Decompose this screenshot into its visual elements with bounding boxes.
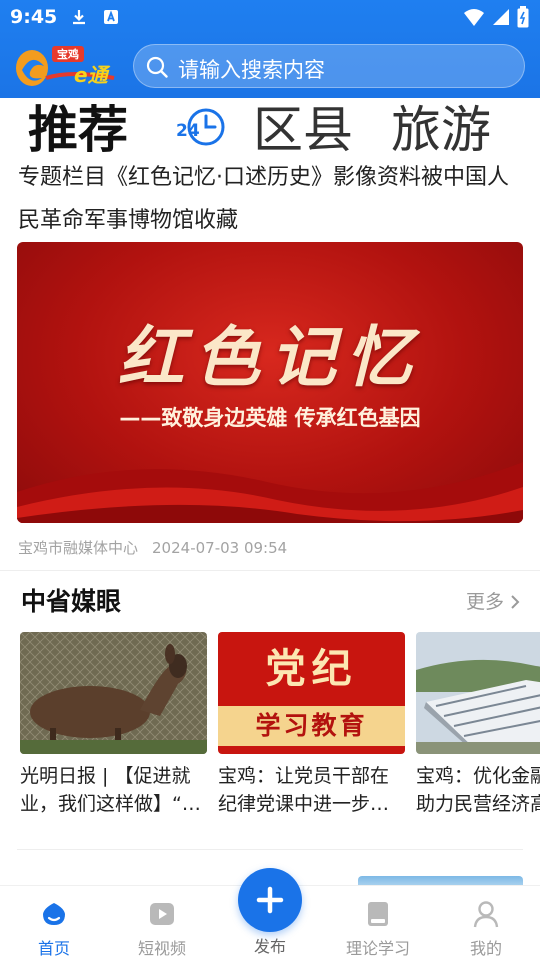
publish-button[interactable] (238, 868, 302, 932)
headline-meta: 宝鸡市融媒体中心 2024-07-03 09:54 (18, 537, 287, 558)
headline-image[interactable]: 红色记忆 ——致敬身边英雄 传承红色基因 (17, 242, 523, 523)
wifi-icon (464, 9, 484, 26)
media-card[interactable]: 光明日报 | 【促进就业，我们这样做】“… (20, 632, 207, 818)
section-more-link[interactable]: 更多 (466, 587, 520, 614)
media-card-caption: 宝鸡：让党员干部在纪律党课中进一步… (218, 765, 390, 815)
nav-theory-study[interactable]: 理论学习 (333, 886, 423, 960)
video-icon (150, 903, 174, 925)
svg-text:24: 24 (176, 121, 200, 141)
media-card[interactable]: 宝鸡：优化金融环境助力民营经济高质量发展 (416, 632, 540, 818)
nav-short-video[interactable]: 短视频 (117, 886, 207, 960)
battery-icon (517, 6, 529, 28)
tab-counties[interactable]: 区县 (253, 102, 353, 158)
hero-title-text: 红色记忆 (118, 318, 422, 396)
nav-home-label: 首页 (37, 939, 70, 958)
nav-theory-study-label: 理论学习 (345, 939, 410, 958)
status-bar: 9:45 (0, 0, 540, 36)
divider (17, 849, 523, 850)
party-discipline-banner: 党纪 学习教育 (218, 632, 405, 754)
nav-mine[interactable]: 我的 (441, 886, 531, 960)
nav-mine-label: 我的 (469, 939, 502, 958)
user-icon (473, 901, 499, 928)
hero-subtitle-text: ——致敬身边英雄 传承红色基因 (119, 406, 421, 430)
banner-text-bottom: 学习教育 (218, 706, 405, 746)
headline-time: 2024-07-03 09:54 (152, 539, 288, 557)
headline-title[interactable]: 专题栏目《红色记忆·口述历史》影像资料被中国人民革命军事博物馆收藏 (18, 156, 524, 242)
home-icon (43, 903, 65, 925)
deer-photo (20, 632, 207, 754)
factory-aerial-photo (416, 632, 540, 754)
search-icon (146, 56, 168, 78)
tab-baoji-24hours[interactable]: 24 (172, 106, 228, 150)
nav-short-video-label: 短视频 (137, 939, 186, 958)
svg-text:e通: e通 (74, 63, 111, 87)
app-header: 9:45 宝鸡 e通 请输入搜索内容 (0, 0, 540, 98)
section-title: 中省媒眼 (21, 587, 122, 616)
search-bar[interactable]: 请输入搜索内容 (133, 44, 525, 88)
more-label: 更多 (465, 591, 504, 613)
nav-home[interactable]: 首页 (9, 886, 99, 960)
chevron-right-icon (511, 595, 520, 609)
headline-source: 宝鸡市融媒体中心 (18, 539, 139, 557)
publish-label: 发布 (253, 937, 286, 956)
tab-recommend[interactable]: 推荐 (28, 102, 128, 158)
search-header: 宝鸡 e通 请输入搜索内容 (0, 38, 540, 96)
media-card[interactable]: 党纪 学习教育 宝鸡：让党员干部在纪律党课中进一步… (218, 632, 405, 818)
media-card-list: 光明日报 | 【促进就业，我们这样做】“… 党纪 学习教育 宝鸡：让党员干部在纪… (20, 632, 540, 832)
banner-text-top: 党纪 (265, 645, 358, 692)
signal-icon (493, 9, 509, 25)
tab-tourism[interactable]: 旅游 (391, 102, 491, 158)
download-icon (73, 10, 85, 25)
red-flag-wave (17, 462, 523, 523)
book-icon (368, 902, 388, 926)
plus-icon (256, 886, 284, 914)
divider (0, 570, 540, 571)
category-tabs: 推荐 24 区县 旅游 (0, 98, 540, 160)
svg-text:宝鸡: 宝鸡 (57, 47, 79, 61)
media-card-caption: 光明日报 | 【促进就业，我们这样做】“… (20, 765, 201, 815)
status-time: 9:45 (10, 6, 58, 28)
media-card-caption: 宝鸡：优化金融环境助力民营经济高质量发展 (416, 765, 540, 815)
font-app-icon (104, 10, 118, 24)
app-logo[interactable]: 宝鸡 e通 (12, 42, 120, 90)
search-placeholder: 请输入搜索内容 (178, 58, 325, 82)
